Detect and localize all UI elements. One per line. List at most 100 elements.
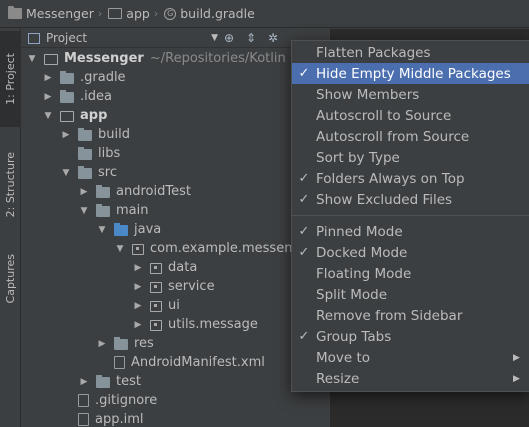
folder-icon xyxy=(78,166,92,179)
menu-item-sort-by-type[interactable]: Sort by Type xyxy=(292,147,529,168)
tree-item-androidtest[interactable]: ▶ androidTest xyxy=(22,182,330,201)
folder-icon xyxy=(60,71,74,84)
iml-file-icon xyxy=(78,413,89,426)
checkmark-icon: ✓ xyxy=(298,66,310,81)
expanded-arrow-icon[interactable]: ▼ xyxy=(60,168,72,178)
resource-folder-icon xyxy=(114,337,128,350)
tree-item-messenger[interactable]: ▼ Messenger ~/Repositories/Kotlin pro xyxy=(22,49,330,68)
breadcrumb: Messenger › app › G build.gradle xyxy=(0,0,529,28)
tree-item-data[interactable]: ▶ data xyxy=(22,258,330,277)
folder-icon xyxy=(60,90,74,103)
tree-item-service[interactable]: ▶ service xyxy=(22,277,330,296)
tool-window-strip: 1: Project 2: Structure Captures xyxy=(0,29,21,427)
menu-item-autoscroll-from-source[interactable]: Autoscroll from Source xyxy=(292,126,529,147)
module-icon xyxy=(44,54,58,65)
module-icon xyxy=(108,8,123,19)
menu-item-folders-always-on-top[interactable]: ✓ Folders Always on Top xyxy=(292,168,529,189)
folder-icon xyxy=(96,375,110,388)
tree-item-gitignore[interactable]: .gitignore xyxy=(22,391,330,410)
tree-item-test[interactable]: ▶ test xyxy=(22,372,330,391)
submenu-arrow-icon: ▶ xyxy=(513,352,520,363)
collapsed-arrow-icon[interactable]: ▶ xyxy=(60,130,72,140)
expanded-arrow-icon[interactable]: ▼ xyxy=(96,225,108,235)
checkmark-icon: ✓ xyxy=(298,171,310,186)
collapse-all-icon[interactable]: ⇕ xyxy=(240,31,262,45)
expanded-arrow-icon[interactable]: ▼ xyxy=(78,206,90,216)
tree-item-src[interactable]: ▼ src xyxy=(22,163,330,182)
folder-icon xyxy=(78,147,92,160)
menu-separator xyxy=(292,215,529,216)
menu-item-remove-from-sidebar[interactable]: Remove from Sidebar xyxy=(292,305,529,326)
tree-item-main[interactable]: ▼ main xyxy=(22,201,330,220)
locate-file-icon[interactable]: ⊕ xyxy=(218,31,240,45)
tree-item-gradle[interactable]: ▶ .gradle xyxy=(22,68,330,87)
folder-icon xyxy=(96,204,110,217)
menu-item-docked-mode[interactable]: ✓ Docked Mode xyxy=(292,242,529,263)
breadcrumb-item-project[interactable]: Messenger xyxy=(8,6,94,21)
collapsed-arrow-icon[interactable]: ▶ xyxy=(132,301,144,311)
collapsed-arrow-icon[interactable]: ▶ xyxy=(78,187,90,197)
collapsed-arrow-icon[interactable]: ▶ xyxy=(132,282,144,292)
checkmark-icon: ✓ xyxy=(298,329,310,344)
menu-item-floating-mode[interactable]: Floating Mode xyxy=(292,263,529,284)
chevron-right-icon: › xyxy=(97,7,103,20)
menu-item-hide-empty-middle-packages[interactable]: ✓ Hide Empty Middle Packages xyxy=(292,63,529,84)
menu-item-flatten-packages[interactable]: Flatten Packages xyxy=(292,42,529,63)
collapsed-arrow-icon[interactable]: ▶ xyxy=(132,320,144,330)
package-icon xyxy=(132,244,144,255)
checkmark-icon: ✓ xyxy=(298,224,310,239)
tree-item-utils-message[interactable]: ▶ utils.message xyxy=(22,315,330,334)
breadcrumb-item-module[interactable]: app xyxy=(108,6,150,21)
breadcrumb-item-file[interactable]: G build.gradle xyxy=(164,6,255,21)
folder-icon xyxy=(8,6,22,19)
tree-item-idea[interactable]: ▶ .idea xyxy=(22,87,330,106)
tree-item-libs[interactable]: libs xyxy=(22,144,330,163)
folder-icon xyxy=(78,128,92,141)
collapsed-arrow-icon[interactable]: ▶ xyxy=(42,73,54,83)
menu-item-resize[interactable]: Resize ▶ xyxy=(292,368,529,389)
checkmark-icon: ✓ xyxy=(298,245,310,260)
menu-item-split-mode[interactable]: Split Mode xyxy=(292,284,529,305)
chevron-right-icon: › xyxy=(153,7,159,20)
tree-item-manifest[interactable]: AndroidManifest.xml xyxy=(22,353,330,372)
folder-icon xyxy=(96,185,110,198)
tree-item-app[interactable]: ▼ app xyxy=(22,106,330,125)
project-view-icon xyxy=(28,32,40,44)
chevron-down-icon: ▼ xyxy=(211,33,218,43)
text-file-icon xyxy=(78,394,89,407)
package-icon xyxy=(150,263,162,274)
collapsed-arrow-icon[interactable]: ▶ xyxy=(96,339,108,349)
source-folder-icon xyxy=(114,223,128,236)
tree-item-res[interactable]: ▶ res xyxy=(22,334,330,353)
package-icon xyxy=(150,320,162,331)
expanded-arrow-icon[interactable]: ▼ xyxy=(42,111,54,121)
menu-item-autoscroll-to-source[interactable]: Autoscroll to Source xyxy=(292,105,529,126)
tree-item-build[interactable]: ▶ build xyxy=(22,125,330,144)
collapsed-arrow-icon[interactable]: ▶ xyxy=(42,92,54,102)
package-icon xyxy=(150,282,162,293)
collapsed-arrow-icon[interactable]: ▶ xyxy=(132,263,144,273)
menu-item-show-members[interactable]: Show Members xyxy=(292,84,529,105)
tab-structure[interactable]: 2: Structure xyxy=(0,137,21,233)
menu-item-move-to[interactable]: Move to ▶ xyxy=(292,347,529,368)
gear-icon[interactable]: ✲ xyxy=(262,31,284,45)
menu-item-pinned-mode[interactable]: ✓ Pinned Mode xyxy=(292,221,529,242)
package-icon xyxy=(150,301,162,312)
project-options-menu: Flatten Packages ✓ Hide Empty Middle Pac… xyxy=(291,40,529,392)
tree-item-ui[interactable]: ▶ ui xyxy=(22,296,330,315)
gradle-file-icon: G xyxy=(164,7,177,20)
checkmark-icon: ✓ xyxy=(298,192,310,207)
expanded-arrow-icon[interactable]: ▼ xyxy=(114,244,126,254)
collapsed-arrow-icon[interactable]: ▶ xyxy=(78,377,90,387)
panel-header: Project ▼ ⊕ ⇕ ✲ xyxy=(22,29,330,48)
tab-project[interactable]: 1: Project xyxy=(0,31,21,127)
tree-item-package[interactable]: ▼ com.example.messen xyxy=(22,239,330,258)
tree-item-java[interactable]: ▼ java xyxy=(22,220,330,239)
menu-item-show-excluded-files[interactable]: ✓ Show Excluded Files xyxy=(292,189,529,210)
view-selector-dropdown[interactable]: Project ▼ xyxy=(22,31,218,45)
tab-captures[interactable]: Captures xyxy=(0,241,21,317)
menu-item-group-tabs[interactable]: ✓ Group Tabs xyxy=(292,326,529,347)
expanded-arrow-icon[interactable]: ▼ xyxy=(26,54,38,64)
tree-item-app-iml[interactable]: app.iml xyxy=(22,410,330,427)
xml-file-icon xyxy=(114,356,125,369)
